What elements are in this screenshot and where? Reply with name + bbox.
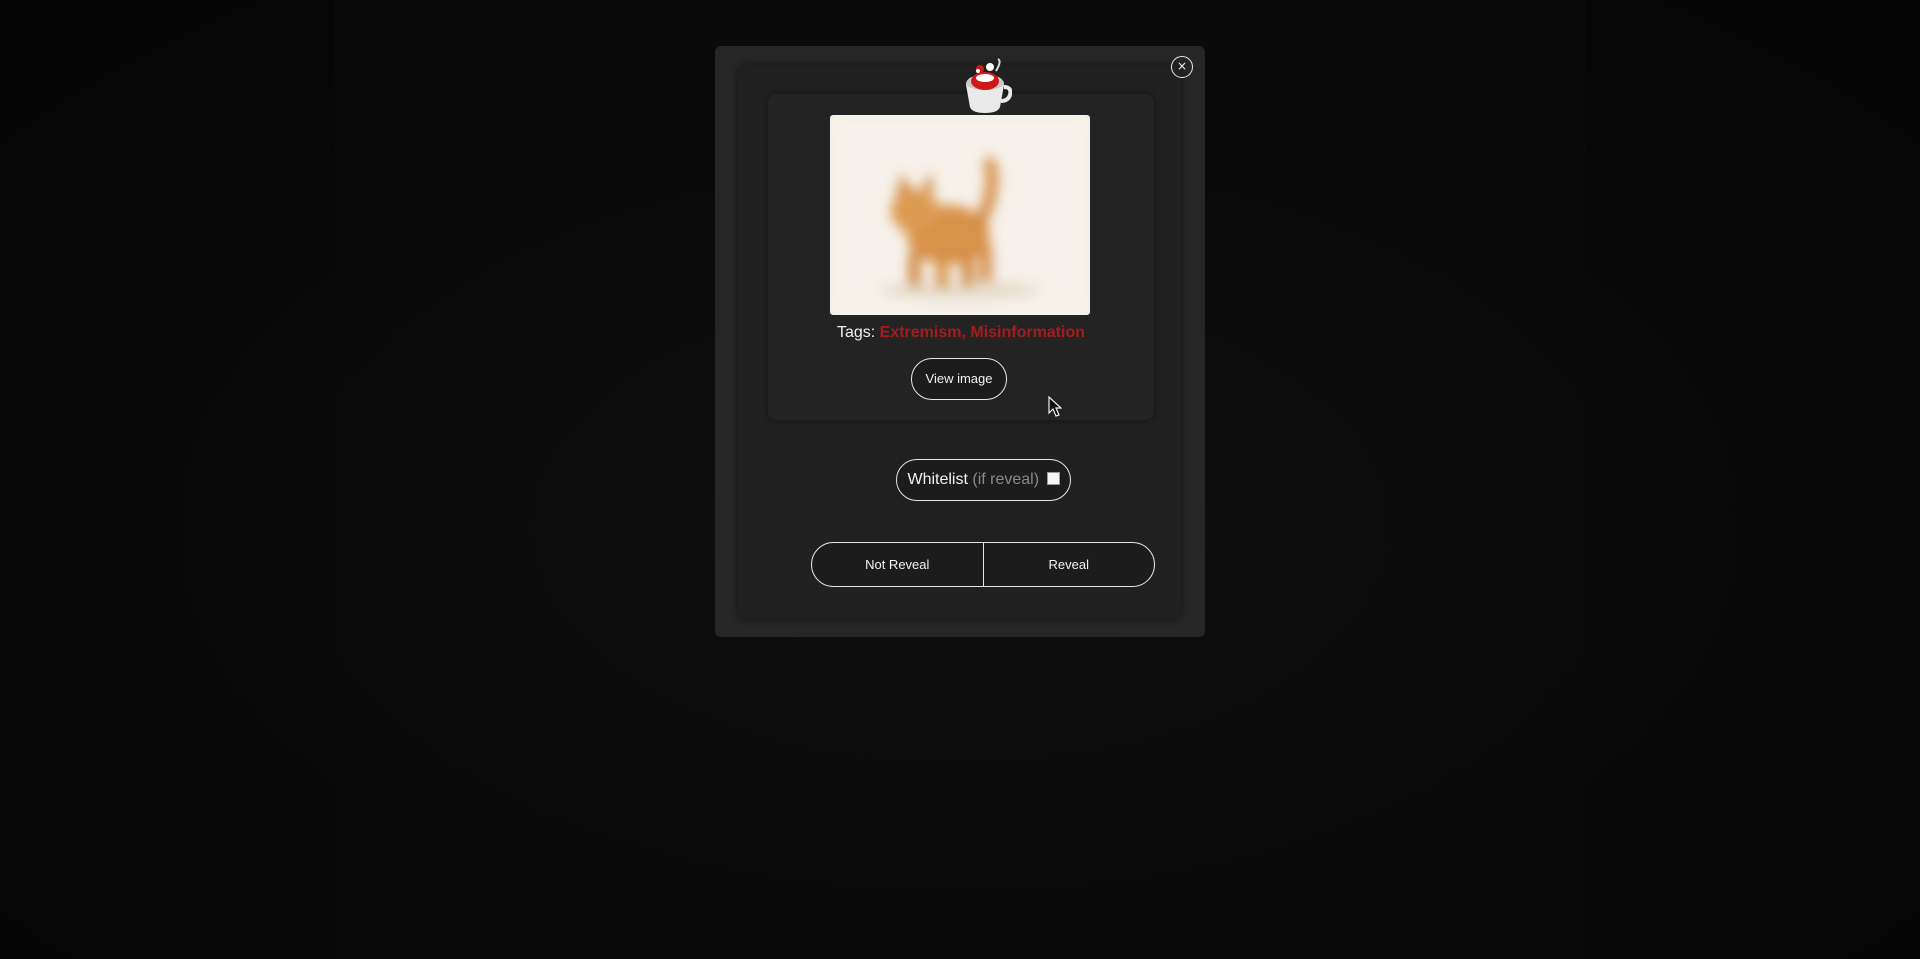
- whitelist-label: Whitelist: [907, 471, 968, 488]
- tags-label: Tags:: [836, 324, 876, 341]
- not-reveal-button[interactable]: Not Reveal: [812, 543, 983, 586]
- close-icon: ×: [1176, 59, 1188, 73]
- reveal-button[interactable]: Reveal: [982, 543, 1155, 586]
- close-button[interactable]: ×: [1171, 56, 1193, 78]
- view-image-button[interactable]: View image: [911, 358, 1007, 400]
- kitten-image: [831, 116, 1089, 314]
- dialog-inner-panel: Tags: Extremism, Misinformation View ima…: [738, 58, 1181, 619]
- mouse-cursor-icon: [1048, 396, 1062, 417]
- cup-icon: [966, 58, 1012, 113]
- reveal-choice-group: Not Reveal Reveal: [811, 542, 1155, 587]
- tags-line: Tags: Extremism, Misinformation: [768, 324, 1154, 342]
- blurred-image-preview: [830, 115, 1090, 315]
- reveal-dialog: Tags: Extremism, Misinformation View ima…: [715, 46, 1205, 637]
- tags-values: Extremism, Misinformation: [879, 324, 1086, 341]
- whitelist-checkbox[interactable]: [1046, 472, 1060, 485]
- whitelist-hint: (if reveal): [972, 471, 1040, 488]
- image-preview-card: Tags: Extremism, Misinformation View ima…: [768, 94, 1154, 420]
- whitelist-toggle[interactable]: Whitelist (if reveal): [896, 459, 1071, 501]
